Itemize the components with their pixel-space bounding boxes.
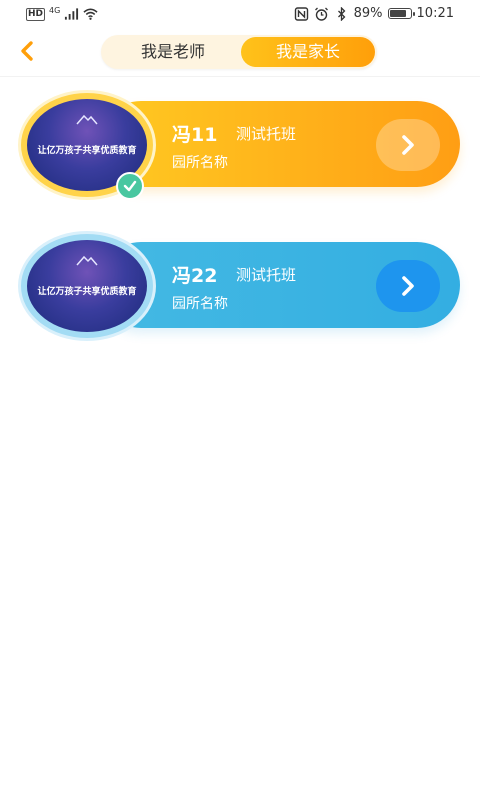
chevron-right-icon	[402, 276, 414, 296]
role-switch: 我是老师 我是家长	[101, 35, 377, 69]
class-name: 测试托班	[236, 125, 297, 143]
status-left: HD 4G	[26, 5, 98, 21]
clock: 10:21	[416, 6, 454, 21]
avatar-slogan: 让亿万孩子共享优质教育	[37, 287, 137, 297]
battery-icon	[387, 8, 415, 19]
status-bar: HD 4G 89% 10:21	[0, 0, 480, 30]
battery-percent: 89%	[353, 6, 383, 21]
nfc-icon	[294, 6, 308, 21]
bluetooth-icon	[337, 6, 346, 21]
school-name: 园所名称	[172, 155, 228, 171]
avatar-slogan: 让亿万孩子共享优质教育	[37, 146, 137, 156]
tab-teacher[interactable]: 我是老师	[105, 37, 241, 67]
child-name: 冯11	[172, 124, 218, 146]
enter-button[interactable]	[376, 260, 440, 312]
status-right: 89% 10:21	[294, 6, 454, 21]
network-type: 4G	[49, 5, 61, 15]
tab-parent[interactable]: 我是家长	[241, 37, 375, 67]
child-card[interactable]: 让亿万孩子共享优质教育 冯11 测试托班 园所名称	[18, 90, 462, 200]
chevron-right-icon	[402, 135, 414, 155]
battery-level	[389, 10, 407, 17]
mountain-logo-icon	[76, 255, 98, 266]
selected-check-badge	[116, 172, 144, 200]
signal-icon	[65, 8, 79, 20]
alarm-icon	[314, 7, 328, 21]
school-name: 园所名称	[172, 296, 228, 312]
child-card[interactable]: 让亿万孩子共享优质教育 冯22 测试托班 园所名称	[18, 231, 462, 341]
avatar-ring: 让亿万孩子共享优质教育	[18, 231, 156, 341]
mountain-logo-icon	[76, 114, 98, 125]
back-button[interactable]	[12, 36, 42, 66]
class-name: 测试托班	[236, 266, 297, 284]
child-name: 冯22	[172, 265, 218, 287]
avatar: 让亿万孩子共享优质教育	[27, 240, 147, 332]
header: 我是老师 我是家长	[0, 30, 480, 77]
chevron-left-icon	[21, 41, 33, 61]
check-icon	[123, 180, 137, 192]
wifi-icon	[83, 8, 98, 20]
hd-badge: HD	[26, 7, 46, 21]
enter-button[interactable]	[376, 119, 440, 171]
